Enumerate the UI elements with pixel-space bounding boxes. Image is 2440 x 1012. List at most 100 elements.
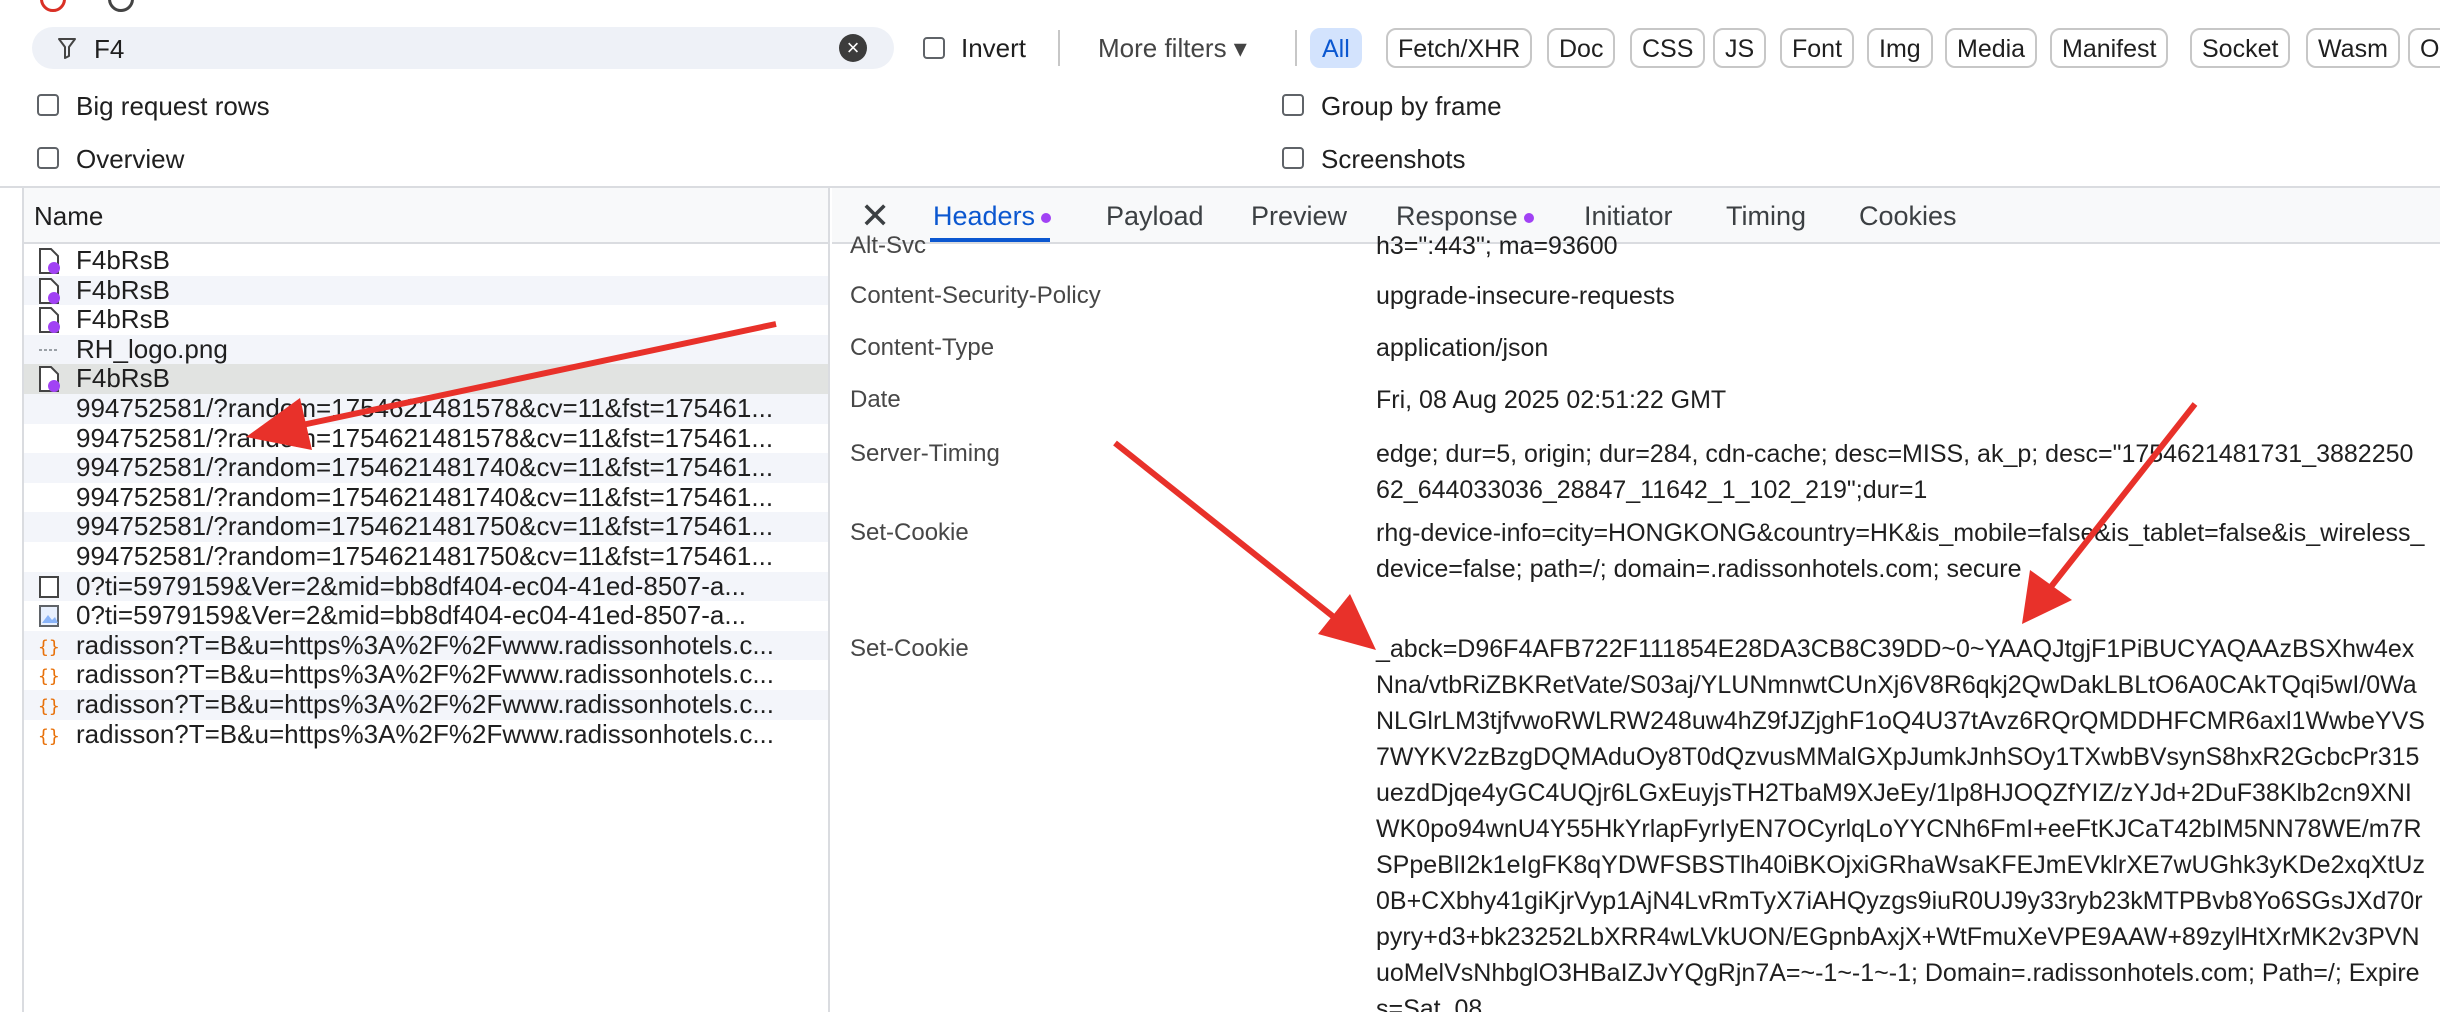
tab-response-label: Response	[1396, 201, 1518, 231]
header-value: h3=":443"; ma=93600	[1376, 232, 1618, 260]
request-name: 994752581/?random=1754621481750&cv=11&fs…	[76, 511, 774, 542]
tab-cookies-label: Cookies	[1859, 201, 1957, 231]
svg-text:{}: {}	[38, 637, 60, 658]
request-row[interactable]: 994752581/?random=1754621481740&cv=11&fs…	[24, 482, 828, 513]
image-dash-icon	[38, 337, 60, 363]
type-filter-img[interactable]: Img	[1867, 28, 1933, 68]
request-name: 994752581/?random=1754621481578&cv=11&fs…	[76, 393, 774, 423]
tab-preview-label: Preview	[1251, 201, 1348, 231]
request-row[interactable]: 994752581/?random=1754621481740&cv=11&fs…	[24, 452, 828, 483]
blank-icon	[38, 544, 60, 570]
active-tab-indicator	[930, 238, 1050, 242]
type-filter-socket[interactable]: Socket	[2190, 28, 2291, 68]
header-value: _abck=D96F4AFB722F111854E28DA3CB8C39DD~0…	[1376, 635, 2425, 1012]
request-name: 994752581/?random=1754621481740&cv=11&fs…	[76, 452, 774, 483]
group-by-frame-checkbox[interactable]	[1282, 94, 1304, 116]
header-key: Date	[850, 386, 901, 413]
doc-purple-icon	[38, 307, 60, 334]
request-name: radisson?T=B&u=https%3A%2F%2Fwww.radisso…	[76, 689, 775, 719]
type-filter-wasm[interactable]: Wasm	[2306, 28, 2400, 68]
square-icon	[38, 574, 60, 600]
request-row[interactable]: F4bRsB	[24, 363, 828, 394]
request-row[interactable]: RH_logo.png	[24, 334, 828, 365]
request-list: Name F4bRsB F4bRsB F4bRsB RH_logo.png F4bRsB…	[22, 188, 830, 1012]
header-key: Content-Type	[850, 334, 995, 361]
type-filter-all[interactable]: All	[1310, 28, 1362, 68]
modified-dot-icon	[1523, 212, 1534, 223]
request-row[interactable]: 994752581/?random=1754621481578&cv=11&fs…	[24, 422, 828, 454]
request-row[interactable]: F4bRsB	[24, 304, 828, 335]
tab-payload[interactable]: Payload	[1106, 200, 1204, 232]
header-value: upgrade-insecure-requests	[1376, 282, 1675, 310]
request-row[interactable]: 0?ti=5979159&Ver=2&mid=bb8df404-ec04-41e…	[24, 570, 828, 602]
request-name: 994752581/?random=1754621481750&cv=11&fs…	[76, 541, 774, 571]
request-name: radisson?T=B&u=https%3A%2F%2Fwww.radisso…	[76, 718, 775, 749]
big-request-rows-label: Big request rows	[76, 91, 270, 121]
overview-label: Overview	[76, 144, 185, 174]
invert-checkbox[interactable]	[923, 37, 945, 59]
big-request-rows-checkbox[interactable]	[37, 94, 59, 116]
clear-icon[interactable]	[108, 0, 134, 12]
request-row[interactable]: 994752581/?random=1754621481578&cv=11&fs…	[24, 393, 828, 424]
type-filter-fetch-xhr[interactable]: Fetch/XHR	[1386, 28, 1533, 68]
header-value: application/json	[1376, 334, 1549, 362]
tab-initiator-label: Initiator	[1584, 201, 1673, 231]
request-name: 0?ti=5979159&Ver=2&mid=bb8df404-ec04-41e…	[76, 600, 747, 631]
tab-headers[interactable]: Headers	[933, 200, 1052, 232]
script-icon: {}	[38, 722, 60, 748]
overview-checkbox[interactable]	[37, 147, 59, 169]
request-name: 0?ti=5979159&Ver=2&mid=bb8df404-ec04-41e…	[76, 570, 747, 601]
request-row[interactable]: F4bRsB	[24, 275, 828, 306]
tab-preview[interactable]: Preview	[1251, 200, 1347, 232]
request-row[interactable]: {} radisson?T=B&u=https%3A%2F%2Fwww.radis…	[24, 629, 828, 661]
svg-text:{}: {}	[38, 696, 60, 717]
more-filters-dropdown[interactable]: More filters ▾	[1098, 32, 1247, 64]
type-filter-media[interactable]: Media	[1945, 28, 2038, 68]
request-row[interactable]: {} radisson?T=B&u=https%3A%2F%2Fwww.radis…	[24, 718, 828, 750]
request-row[interactable]: 994752581/?random=1754621481750&cv=11&fs…	[24, 511, 828, 542]
header-key: Set-Cookie	[850, 519, 969, 546]
type-filter-other[interactable]: O	[2408, 28, 2440, 68]
type-filter-js[interactable]: JS	[1713, 28, 1767, 68]
name-column-header[interactable]: Name	[24, 188, 828, 244]
divider	[1058, 30, 1060, 66]
type-filter-font[interactable]: Font	[1780, 28, 1855, 68]
type-filter-css[interactable]: CSS	[1630, 28, 1706, 68]
request-row[interactable]: {} radisson?T=B&u=https%3A%2F%2Fwww.radis…	[24, 689, 828, 720]
clear-filter-button[interactable]: ×	[839, 34, 867, 62]
type-filter-doc[interactable]: Doc	[1547, 28, 1616, 68]
blank-icon	[38, 426, 60, 452]
doc-purple-icon	[38, 277, 60, 304]
header-value: Fri, 08 Aug 2025 02:51:22 GMT	[1376, 386, 1727, 414]
request-name: radisson?T=B&u=https%3A%2F%2Fwww.radisso…	[76, 629, 775, 660]
divider	[1295, 30, 1297, 66]
blank-icon	[38, 485, 60, 511]
tab-payload-label: Payload	[1106, 201, 1204, 231]
header-key: Content-Security-Policy	[850, 282, 1101, 309]
request-row[interactable]: 994752581/?random=1754621481750&cv=11&fs…	[24, 541, 828, 572]
script-icon: {}	[38, 633, 60, 659]
request-name: F4bRsB	[76, 304, 170, 335]
svg-text:{}: {}	[38, 666, 60, 687]
request-name: 994752581/?random=1754621481578&cv=11&fs…	[76, 422, 774, 453]
blank-icon	[38, 514, 60, 540]
screenshots-checkbox[interactable]	[1282, 147, 1304, 169]
header-value: edge; dur=5, origin; dur=284, cdn-cache;…	[1376, 440, 2414, 504]
stop-recording-icon[interactable]	[40, 0, 66, 12]
request-row[interactable]: 0?ti=5979159&Ver=2&mid=bb8df404-ec04-41e…	[24, 600, 828, 631]
doc-purple-icon	[38, 248, 60, 274]
header-key: Server-Timing	[850, 440, 1000, 467]
image-icon	[38, 603, 60, 629]
type-filter-manifest[interactable]: Manifest	[2050, 28, 2169, 68]
request-row[interactable]: F4bRsB	[24, 245, 828, 276]
screenshots-label: Screenshots	[1321, 144, 1466, 174]
doc-purple-icon	[38, 366, 60, 393]
filter-input[interactable]: F4	[94, 28, 124, 70]
filter-input-box[interactable]	[32, 27, 894, 69]
request-row[interactable]: {} radisson?T=B&u=https%3A%2F%2Fwww.radis…	[24, 659, 828, 690]
request-name: F4bRsB	[76, 363, 170, 394]
top-toolbar-strip	[0, 0, 2440, 22]
filter-funnel-icon	[58, 38, 76, 59]
blank-icon	[38, 455, 60, 481]
header-value: rhg-device-info=city=HONGKONG&country=HK…	[1376, 519, 2425, 583]
